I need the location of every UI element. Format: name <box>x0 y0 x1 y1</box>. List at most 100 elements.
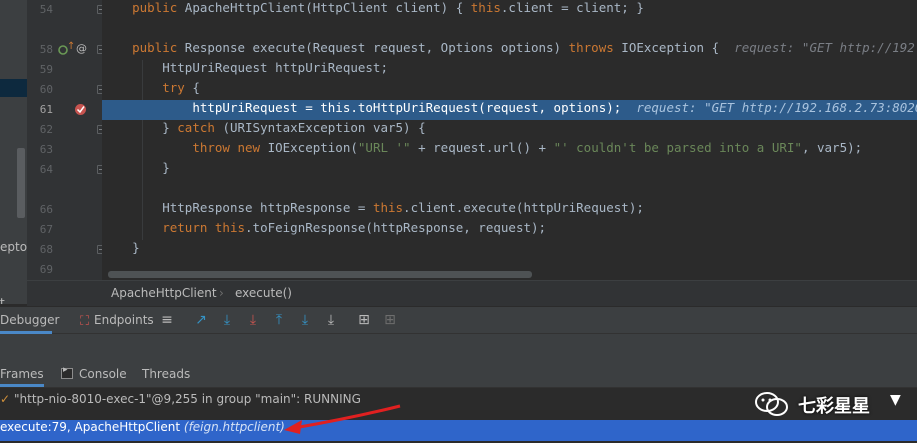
code-line-64[interactable]: } <box>102 160 917 180</box>
code-token: ApacheHttpClient(HttpClient client) { <box>184 0 471 15</box>
stack-frame-selected[interactable]: execute:79, ApacheHttpClient (feign.http… <box>0 420 917 441</box>
code-token: public <box>132 40 185 55</box>
code-token: throw <box>192 140 238 155</box>
breadcrumb-method[interactable]: execute() <box>235 286 292 300</box>
code-token: .toFeignResponse(httpResponse, request); <box>245 220 547 235</box>
code-token: } <box>162 160 170 175</box>
line-number: 64 <box>39 163 53 176</box>
code-token: Response execute(Request request, Option… <box>184 40 569 55</box>
code-token: return <box>162 220 215 235</box>
thread-check-icon: ✓ <box>0 392 11 406</box>
code-token: } <box>132 240 140 255</box>
annotation-at-icon[interactable]: @ <box>76 42 87 55</box>
code-token: public <box>132 0 185 15</box>
line-number: 54 <box>39 3 53 16</box>
code-token: this <box>372 200 404 215</box>
code-line-59[interactable]: HttpUriRequest httpUriRequest; <box>102 60 917 80</box>
step-out-icon[interactable]: ⤒ <box>271 312 287 328</box>
debugger-toolbar: Debugger ⛶ Endpoints ≡ ↗ ⤓ ⤓ ⤒ ⤓ ⤓ ⊞ ⊞ <box>0 306 917 334</box>
code-line-68[interactable]: } <box>102 240 917 260</box>
code-token: throws <box>568 40 622 55</box>
inline-debug-hint: request: "GET http://192.168.2.73 <box>734 40 917 55</box>
code-token: .client.execute(httpUriRequest); <box>403 200 644 215</box>
code-token: IOException { <box>621 40 735 55</box>
run-to-cursor-icon[interactable]: ⤓ <box>297 312 313 328</box>
project-item-fragment-2[interactable]: t <box>0 296 27 304</box>
code-token: IOException( <box>267 140 358 155</box>
line-number: 66 <box>39 203 53 216</box>
menu-icon[interactable]: ≡ <box>159 312 175 328</box>
editor-gutter[interactable]: 54 58 59 60 61 62 63 64 66 67 68 69 ↑ @ <box>27 0 106 280</box>
breakpoint-icon[interactable] <box>73 102 88 117</box>
evaluate-expression-icon[interactable]: ⊞ <box>356 312 372 328</box>
show-execution-point-icon[interactable]: ↗ <box>193 312 209 328</box>
code-token: + request.url() + <box>410 140 554 155</box>
override-arrow-icon[interactable]: ↑ <box>67 41 75 52</box>
code-token: new <box>237 140 268 155</box>
line-number: 68 <box>39 243 53 256</box>
code-token: HttpUriRequest httpUriRequest; <box>162 60 388 75</box>
inline-debug-hint: request: "GET http://192.168.2.73:8020/o… <box>636 100 917 115</box>
code-line-62[interactable]: } catch (URISyntaxException var5) { <box>102 120 917 140</box>
tab-debugger[interactable]: Debugger <box>0 307 59 334</box>
code-token: , var5); <box>801 140 863 155</box>
code-line-66[interactable]: HttpResponse httpResponse = this.client.… <box>102 200 917 220</box>
line-number: 67 <box>39 223 53 236</box>
breadcrumb: ApacheHttpClient › execute() <box>27 280 917 306</box>
debugger-sub-tabs: Frames Console Threads <box>0 362 917 388</box>
code-line-63[interactable]: throw new IOException("URL '" + request.… <box>102 140 917 160</box>
code-line-61-execution-point[interactable]: httpUriRequest = this.toHttpUriRequest(r… <box>102 100 917 120</box>
endpoints-icon[interactable]: ⛶ <box>80 314 89 329</box>
debugger-toolbar-band <box>0 334 917 362</box>
code-line-54[interactable]: public ApacheHttpClient(HttpClient clien… <box>102 0 917 20</box>
line-number: 60 <box>39 83 53 96</box>
code-token: .toHttpUriRequest(request, options); <box>350 100 637 115</box>
line-number: 63 <box>39 143 53 156</box>
code-line-58[interactable]: public Response execute(Request request,… <box>102 40 917 60</box>
step-over-icon[interactable]: ⤓ <box>219 312 235 328</box>
annotation-arrow <box>284 404 401 434</box>
evaluate-icon[interactable]: ⤓ <box>323 312 339 328</box>
step-into-icon[interactable]: ⤓ <box>245 312 261 328</box>
breadcrumb-class[interactable]: ApacheHttpClient <box>111 286 217 300</box>
code-line-60[interactable]: try { <box>102 80 917 100</box>
code-token: try <box>162 80 193 95</box>
breadcrumb-separator: › <box>219 286 224 300</box>
frame-package: (feign.httpclient) <box>183 420 285 434</box>
project-selected-row[interactable] <box>0 79 27 97</box>
project-scrollbar[interactable] <box>17 148 25 218</box>
wechat-icon <box>755 392 788 416</box>
code-string: "' couldn't be parsed into a URI" <box>553 140 802 155</box>
project-tool-strip: epto t <box>0 0 27 304</box>
line-number: 59 <box>39 63 53 76</box>
code-token: } <box>162 120 178 135</box>
line-number: 61 <box>39 103 53 116</box>
watermark-text: 七彩星星 <box>798 396 870 417</box>
tab-threads[interactable]: Threads <box>142 362 190 386</box>
code-token: this <box>470 0 501 15</box>
code-string: "URL '" <box>357 140 411 155</box>
code-token: httpUriRequest = <box>192 100 321 115</box>
code-token: this <box>320 100 351 115</box>
tab-frames-underline <box>0 384 44 387</box>
code-token: catch <box>177 120 223 135</box>
line-number: 62 <box>39 123 53 136</box>
tab-console[interactable]: Console <box>79 362 127 386</box>
code-token: HttpResponse httpResponse = <box>162 200 373 215</box>
project-item-fragment[interactable]: epto <box>0 240 27 254</box>
code-line-67[interactable]: return this.toFeignResponse(httpResponse… <box>102 220 917 240</box>
code-token: .client = client; } <box>500 0 644 15</box>
line-number: 58 <box>39 43 53 56</box>
code-token: (URISyntaxException var5) { <box>222 120 426 135</box>
tab-endpoints[interactable]: Endpoints <box>94 307 154 334</box>
console-icon <box>61 365 73 379</box>
code-editor[interactable]: public ApacheHttpClient(HttpClient clien… <box>102 0 917 280</box>
code-token: { <box>192 80 200 95</box>
line-number: 69 <box>39 263 53 276</box>
frame-label: execute:79, ApacheHttpClient <box>0 420 184 434</box>
editor-horizontal-scrollbar[interactable] <box>108 271 532 278</box>
code-token: this <box>214 220 246 235</box>
tab-frames[interactable]: Frames <box>0 362 44 386</box>
grid-icon[interactable]: ⊞ <box>382 312 398 328</box>
watermark-arrow-icon: ▼ <box>890 392 901 408</box>
